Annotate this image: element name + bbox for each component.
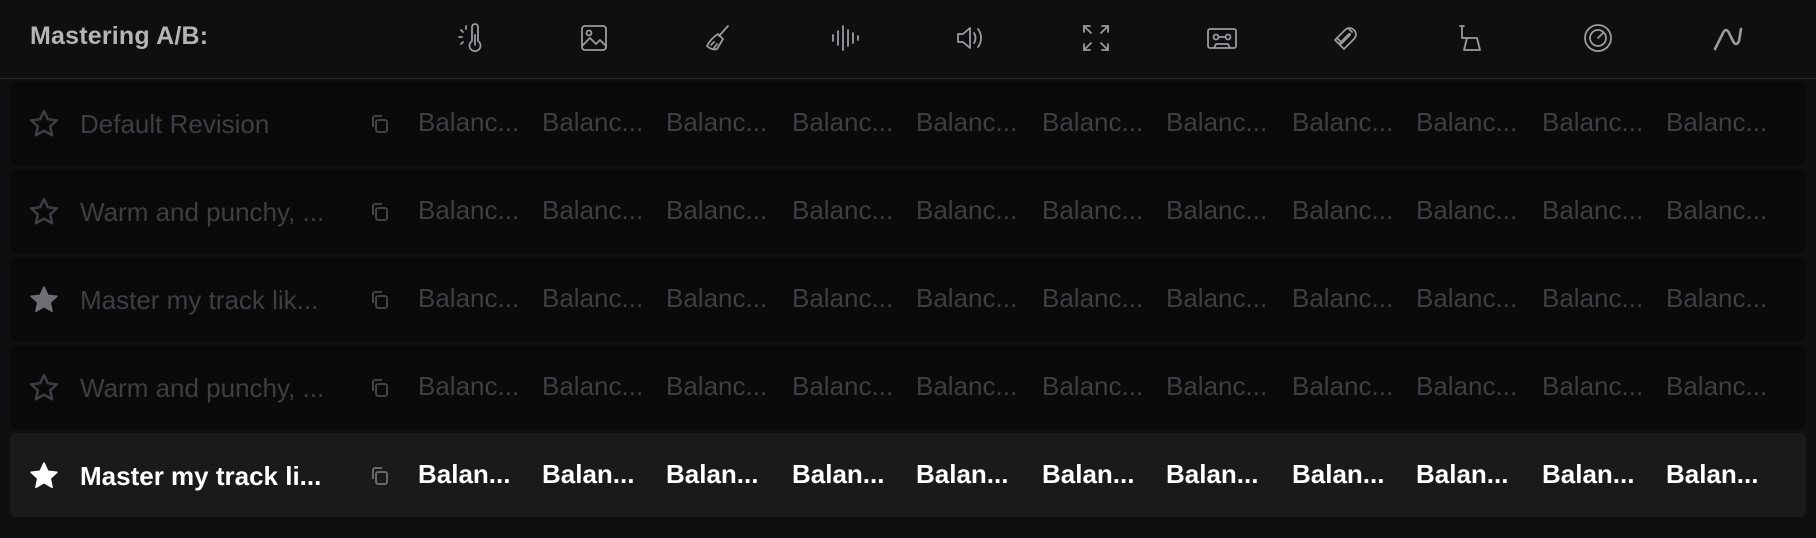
- setting-cell: Balanc...: [1292, 283, 1394, 313]
- setting-cell: Balanc...: [1542, 371, 1644, 401]
- setting-cell: Balanc...: [666, 371, 768, 401]
- revision-name: Warm and punchy, ...: [80, 373, 325, 403]
- setting-cell: Balanc...: [1416, 371, 1518, 401]
- expand-icon[interactable]: [1078, 20, 1114, 56]
- setting-cell: Balanc...: [666, 283, 768, 313]
- setting-cell: Balanc...: [1666, 283, 1768, 313]
- copy-icon[interactable]: [369, 201, 391, 223]
- revision-row[interactable]: Warm and punchy, ... Balanc... Balanc...…: [10, 345, 1806, 429]
- setting-cell: Balanc...: [1042, 283, 1144, 313]
- setting-cell: Balanc...: [418, 371, 520, 401]
- setting-cell: Balan...: [418, 459, 511, 489]
- setting-cell: Balanc...: [916, 195, 1018, 225]
- revision-name: Warm and punchy, ...: [80, 197, 325, 227]
- setting-cell: Balanc...: [792, 371, 894, 401]
- setting-cell: Balanc...: [916, 107, 1018, 137]
- setting-cell: Balanc...: [1416, 107, 1518, 137]
- setting-cell: Balanc...: [542, 371, 644, 401]
- revision-row[interactable]: Warm and punchy, ... Balanc... Balanc...…: [10, 169, 1806, 253]
- revision-row[interactable]: Default Revision Balanc... Balanc... Bal…: [10, 81, 1806, 165]
- magnet-icon[interactable]: [1328, 20, 1364, 56]
- waveform-icon[interactable]: [828, 20, 864, 56]
- cassette-icon[interactable]: [1204, 20, 1240, 56]
- star-filled-icon[interactable]: [28, 460, 60, 492]
- star-outline-icon[interactable]: [28, 196, 60, 228]
- copy-icon[interactable]: [369, 289, 391, 311]
- setting-cell: Balan...: [1292, 459, 1385, 489]
- revision-row-selected[interactable]: Master my track li... Balan... Balan... …: [10, 433, 1806, 517]
- setting-cell: Balanc...: [418, 195, 520, 225]
- setting-cell: Balan...: [1666, 459, 1759, 489]
- setting-cell: Balanc...: [666, 195, 768, 225]
- image-icon[interactable]: [576, 20, 612, 56]
- setting-cell: Balanc...: [1042, 195, 1144, 225]
- setting-cell: Balanc...: [792, 107, 894, 137]
- setting-cell: Balanc...: [1292, 107, 1394, 137]
- setting-cell: Balanc...: [792, 195, 894, 225]
- setting-cell: Balan...: [1166, 459, 1259, 489]
- star-filled-icon[interactable]: [28, 284, 60, 316]
- revision-row[interactable]: Master my track lik... Balanc... Balanc.…: [10, 257, 1806, 341]
- speaker-icon[interactable]: [952, 20, 988, 56]
- setting-cell: Balanc...: [542, 283, 644, 313]
- setting-cell: Balanc...: [1292, 371, 1394, 401]
- setting-cell: Balanc...: [1666, 195, 1768, 225]
- setting-cell: Balanc...: [916, 283, 1018, 313]
- lamp-icon[interactable]: [1452, 20, 1488, 56]
- setting-cell: Balan...: [792, 459, 885, 489]
- setting-cell: Balanc...: [1292, 195, 1394, 225]
- copy-icon[interactable]: [369, 377, 391, 399]
- setting-cell: Balan...: [1542, 459, 1635, 489]
- setting-cell: Balanc...: [1166, 107, 1268, 137]
- copy-icon[interactable]: [369, 113, 391, 135]
- revision-name: Default Revision: [80, 109, 270, 139]
- setting-cell: Balanc...: [1542, 107, 1644, 137]
- setting-cell: Balanc...: [1166, 371, 1268, 401]
- curve-icon[interactable]: [1710, 20, 1746, 56]
- panel-title: Mastering A/B:: [30, 22, 209, 50]
- setting-cell: Balanc...: [542, 107, 644, 137]
- setting-cell: Balan...: [1042, 459, 1135, 489]
- setting-cell: Balan...: [666, 459, 759, 489]
- mastering-ab-panel: Mastering A/B: Default Revision Balanc..…: [0, 0, 1816, 538]
- setting-cell: Balanc...: [1042, 371, 1144, 401]
- setting-cell: Balanc...: [1666, 371, 1768, 401]
- setting-cell: Balanc...: [542, 195, 644, 225]
- setting-cell: Balanc...: [1166, 195, 1268, 225]
- setting-cell: Balan...: [916, 459, 1009, 489]
- setting-cell: Balanc...: [418, 283, 520, 313]
- gauge-icon[interactable]: [1580, 20, 1616, 56]
- header-bar: Mastering A/B:: [0, 0, 1816, 79]
- star-outline-icon[interactable]: [28, 372, 60, 404]
- setting-cell: Balanc...: [418, 107, 520, 137]
- setting-cell: Balanc...: [1166, 283, 1268, 313]
- setting-cell: Balanc...: [1542, 283, 1644, 313]
- setting-cell: Balanc...: [1042, 107, 1144, 137]
- revision-name: Master my track lik...: [80, 285, 319, 315]
- setting-cell: Balanc...: [666, 107, 768, 137]
- copy-icon[interactable]: [369, 465, 391, 487]
- setting-cell: Balanc...: [1416, 195, 1518, 225]
- setting-cell: Balanc...: [792, 283, 894, 313]
- broom-icon[interactable]: [700, 20, 736, 56]
- setting-cell: Balanc...: [1416, 283, 1518, 313]
- thermometer-icon[interactable]: [452, 20, 488, 56]
- setting-cell: Balanc...: [1666, 107, 1768, 137]
- setting-cell: Balan...: [542, 459, 635, 489]
- setting-cell: Balan...: [1416, 459, 1509, 489]
- setting-cell: Balanc...: [1542, 195, 1644, 225]
- revision-name: Master my track li...: [80, 461, 322, 491]
- setting-cell: Balanc...: [916, 371, 1018, 401]
- star-outline-icon[interactable]: [28, 108, 60, 140]
